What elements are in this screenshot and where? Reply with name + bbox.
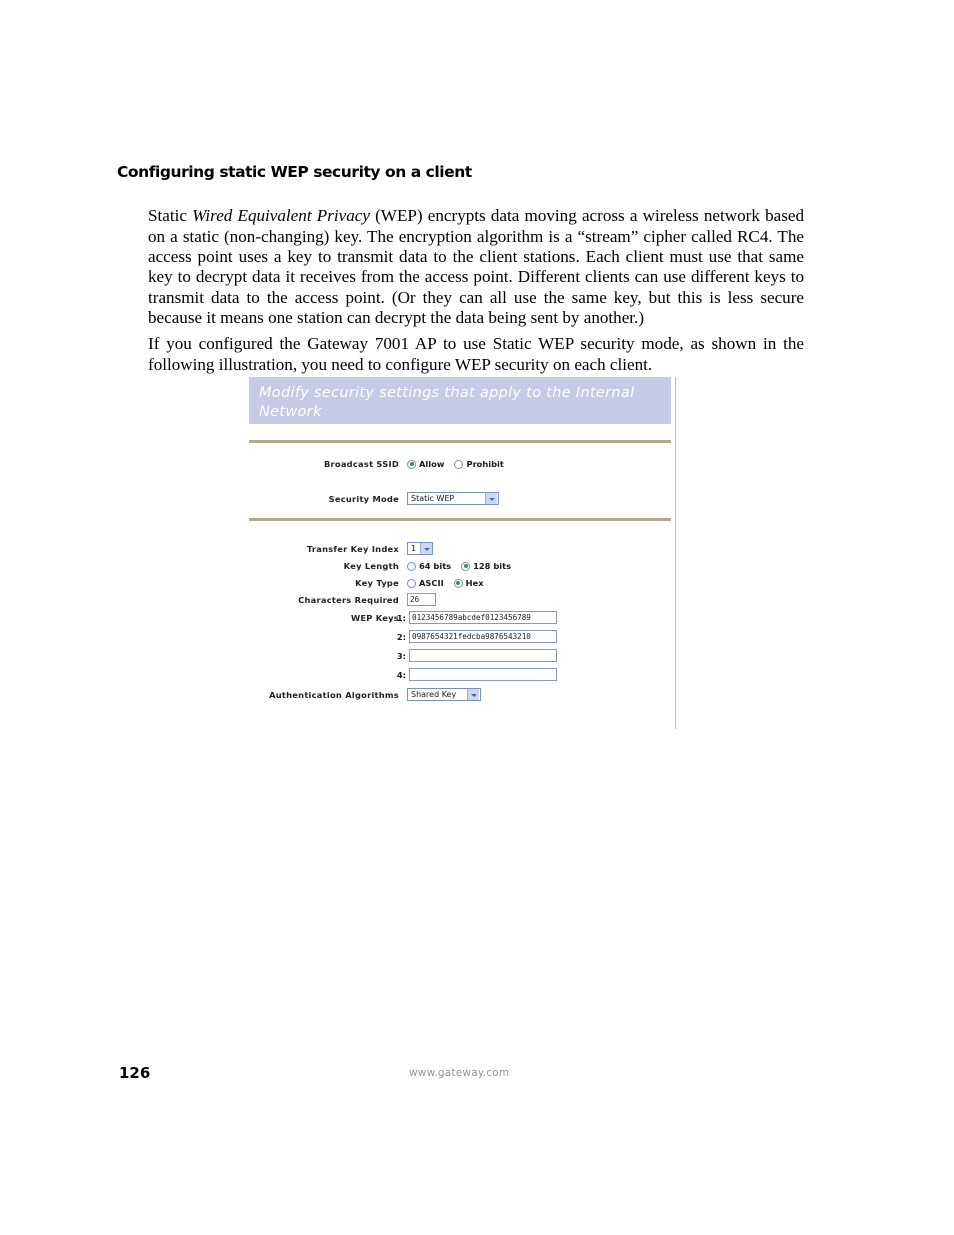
label-key-length: Key Length [343,561,399,571]
screenshot-header-bar: Modify security settings that apply to t… [249,377,671,424]
input-wep-key-2[interactable]: 0987654321fedcba9876543210 [409,630,557,643]
field-row-wep-keys-label: WEP Keys [249,613,407,623]
radio-allow-icon[interactable] [407,459,416,469]
label-broadcast-ssid: Broadcast SSID [323,459,399,469]
wep-key-row-4: 4: [394,668,557,681]
wep-key-row-2: 2: 0987654321fedcba9876543210 [394,630,557,643]
value-key-length: 64 bits 128 bits [407,561,521,571]
label-security-mode: Security Mode [328,493,399,504]
panel-right-border [675,377,676,729]
radio-allow-label: Allow [419,459,445,469]
value-characters-required: 26 [407,593,436,606]
body-paragraph-2: If you configured the Gateway 7001 AP to… [148,334,804,374]
radio-64-bits-icon[interactable] [407,561,416,571]
value-broadcast-ssid: Allow Prohibit [407,459,514,469]
field-row-authentication-algorithms: Authentication Algorithms Shared Key [249,688,481,701]
radio-option-64-bits[interactable]: 64 bits [407,561,451,571]
field-row-key-type: Key Type ASCII Hex [249,578,494,588]
input-wep-key-1[interactable]: 0123456789abcdef0123456789 [409,611,557,624]
radio-option-prohibit[interactable]: Prohibit [454,459,504,469]
select-security-mode[interactable]: Static WEP [407,492,499,505]
wep-key-4-number: 4: [396,669,406,680]
radio-ascii-icon[interactable] [407,578,416,588]
radio-128-bits-icon[interactable] [461,561,471,571]
field-row-key-length: Key Length 64 bits 128 bits [249,561,521,571]
label-characters-required: Characters Required [298,594,399,605]
input-wep-key-3[interactable] [409,649,557,662]
chevron-down-icon[interactable] [420,543,433,554]
select-authentication-algorithms-value: Shared Key [411,690,457,699]
section-divider-middle [249,518,671,521]
paragraph-1-emphasis: Wired Equivalent Privacy [192,206,370,226]
chevron-down-icon[interactable] [467,689,479,700]
label-transfer-key-index: Transfer Key Index [306,543,399,554]
screenshot-header-title: Modify security settings that apply to t… [259,385,635,420]
label-authentication-algorithms: Authentication Algorithms [269,689,399,700]
input-wep-key-4[interactable] [409,668,557,681]
body-paragraph-1: Static Wired Equivalent Privacy (WEP) en… [148,206,804,328]
field-row-security-mode: Security Mode Static WEP [249,492,499,505]
radio-prohibit-label: Prohibit [466,459,504,469]
paragraph-1-lead: Static [148,206,193,226]
field-row-transfer-key-index: Transfer Key Index 1 [249,542,433,555]
section-divider-top [249,440,671,443]
footer-page-number: 126 [119,1064,151,1082]
radio-64-bits-label: 64 bits [419,561,452,571]
value-transfer-key-index: 1 [407,542,433,555]
input-characters-required[interactable]: 26 [407,593,436,606]
wep-settings-screenshot: Modify security settings that apply to t… [249,377,677,729]
radio-option-allow[interactable]: Allow [407,459,444,469]
value-security-mode: Static WEP [407,492,499,505]
label-key-type: Key Type [355,578,399,588]
wep-key-1-number: 1: [396,612,406,623]
chevron-down-icon[interactable] [485,493,497,504]
radio-hex-label: Hex [465,578,484,588]
wep-key-row-1: 1: 0123456789abcdef0123456789 [394,611,557,624]
radio-option-hex[interactable]: Hex [453,578,484,588]
select-transfer-key-index[interactable]: 1 [407,542,433,555]
radio-hex-icon[interactable] [453,578,463,588]
radio-option-128-bits[interactable]: 128 bits [461,561,511,571]
wep-key-row-3: 3: [394,649,557,662]
value-key-type: ASCII Hex [407,578,494,588]
value-authentication-algorithms: Shared Key [407,688,481,701]
field-row-characters-required: Characters Required 26 [249,593,436,606]
field-row-broadcast-ssid: Broadcast SSID Allow Prohibit [249,459,514,469]
radio-option-ascii[interactable]: ASCII [407,578,444,588]
wep-key-2-number: 2: [396,631,406,642]
footer-url: www.gateway.com [409,1067,510,1079]
select-transfer-key-index-value: 1 [411,544,417,553]
label-wep-keys: WEP Keys [350,613,399,623]
select-security-mode-value: Static WEP [411,494,455,503]
page-title: Configuring static WEP security on a cli… [117,163,472,181]
radio-128-bits-label: 128 bits [473,561,512,571]
wep-key-3-number: 3: [396,650,406,661]
radio-ascii-label: ASCII [419,578,444,588]
select-authentication-algorithms[interactable]: Shared Key [407,688,481,701]
radio-prohibit-icon[interactable] [454,459,464,469]
